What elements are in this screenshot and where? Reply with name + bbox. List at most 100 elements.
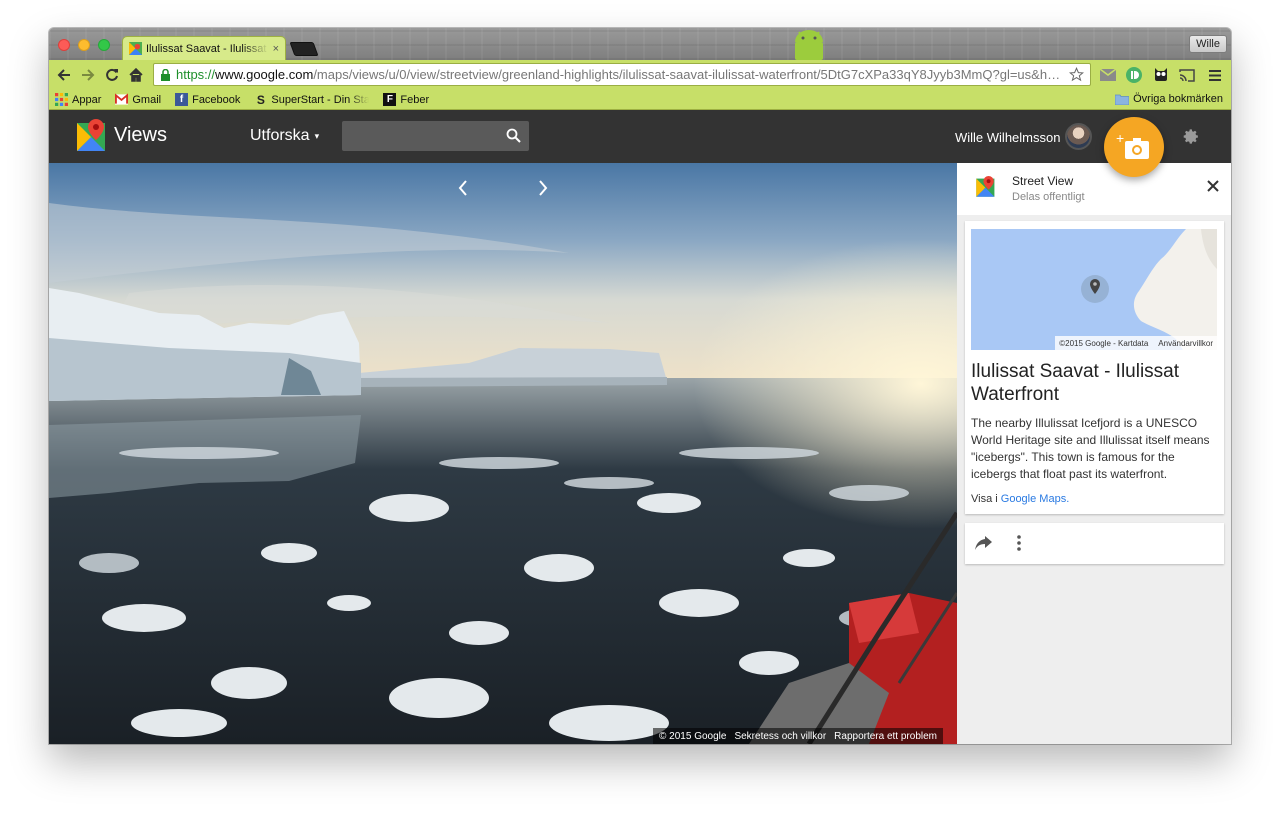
pushbullet-icon: [1126, 67, 1142, 83]
back-arrow-icon: [57, 69, 70, 81]
forward-button[interactable]: [76, 63, 100, 87]
browser-toolbar: https://www.google.com/maps/views/u/0/vi…: [49, 60, 1231, 90]
home-icon: [129, 68, 143, 82]
chevron-right-icon: [539, 180, 548, 196]
hamburger-menu-icon: [1209, 69, 1221, 81]
report-problem-link[interactable]: Rapportera ett problem: [834, 731, 937, 742]
map-copyright: ©2015 Google - Kartdata: [1059, 338, 1149, 348]
panel-title: Street View: [1012, 174, 1074, 188]
views-app-bar: Views Utforska ▾ Wille Wilhelmsson: [49, 110, 1231, 163]
feber-icon: F: [383, 93, 397, 106]
google-maps-logo-icon[interactable]: [77, 119, 107, 153]
mail-icon: [1100, 69, 1116, 81]
bookmark-label: SuperStart - Din Sta: [271, 93, 370, 106]
reload-icon: [106, 68, 118, 81]
search-box: [342, 121, 529, 151]
url-scheme: https://: [176, 67, 216, 82]
view-in-maps: Visa i Google Maps.: [971, 493, 1069, 505]
new-tab-button[interactable]: [289, 42, 319, 56]
bookmark-appar[interactable]: Appar: [55, 93, 101, 106]
chevron-left-icon: [458, 180, 467, 196]
add-photo-button[interactable]: +: [1104, 117, 1164, 177]
previous-photo-button[interactable]: [451, 176, 475, 200]
close-icon[interactable]: [1207, 180, 1219, 192]
bookmark-label: Feber: [400, 93, 430, 106]
bookmark-superstart[interactable]: S SuperStart - Din Sta: [254, 92, 370, 107]
place-card: ©2015 Google - Kartdata Användarvillkor …: [965, 221, 1224, 514]
google-maps-link[interactable]: Google Maps.: [1001, 493, 1069, 505]
app-title[interactable]: Views: [114, 124, 167, 147]
url-text: https://www.google.com/maps/views/u/0/vi…: [176, 67, 1064, 82]
panorama-footer: © 2015 Google Sekretess och villkor Rapp…: [653, 728, 943, 744]
street-view-panorama[interactable]: © 2015 Google Sekretess och villkor Rapp…: [49, 163, 957, 744]
avatar[interactable]: [1065, 123, 1092, 150]
action-bar: [965, 523, 1224, 564]
close-window-button[interactable]: [58, 39, 70, 51]
explore-label: Utforska: [250, 127, 310, 144]
chevron-down-icon: ▾: [314, 130, 320, 141]
bookmark-gmail[interactable]: Gmail: [115, 93, 161, 106]
profile-button[interactable]: Wille: [1189, 35, 1227, 53]
next-photo-button[interactable]: [531, 176, 555, 200]
browser-window: Ilulissat Saavat - Ilulissat W × Wille h…: [49, 28, 1231, 744]
tab-title: Ilulissat Saavat - Ilulissat W: [146, 42, 269, 55]
url-path: /maps/views/u/0/view/streetview/greenlan…: [313, 67, 1064, 82]
back-button[interactable]: [52, 63, 76, 87]
other-bookmarks-folder[interactable]: Övriga bokmärken: [1115, 93, 1223, 105]
secure-lock-icon: [161, 68, 170, 81]
bookmark-label: Gmail: [132, 93, 162, 106]
panel-header: Street View Delas offentligt: [957, 163, 1231, 215]
cast-extension-button[interactable]: [1176, 64, 1198, 86]
bookmarks-bar: Appar Gmail f Facebook S SuperStart - Di…: [49, 90, 1231, 110]
folder-icon: [1115, 94, 1130, 105]
android-theme-icon: [795, 30, 823, 60]
tab-street-view[interactable]: Ilulissat Saavat - Ilulissat W ×: [122, 36, 286, 60]
bookmark-feber[interactable]: F Feber: [383, 93, 429, 106]
panorama-image: [49, 163, 957, 744]
superstart-icon: S: [256, 92, 265, 107]
facebook-icon: f: [175, 93, 189, 106]
google-maps-favicon-icon: [129, 42, 142, 55]
view-in-prefix: Visa i: [971, 493, 1001, 505]
maximize-window-button[interactable]: [98, 39, 110, 51]
info-panel: Street View Delas offentligt ©2015 Googl…: [957, 163, 1231, 744]
home-button[interactable]: [124, 63, 148, 87]
copyright-text: © 2015 Google: [659, 730, 727, 742]
pushbullet-extension-button[interactable]: [1123, 64, 1145, 86]
explore-menu[interactable]: Utforska ▾: [250, 127, 319, 145]
url-host: www.google.com: [215, 67, 314, 82]
map-terms-link[interactable]: Användarvillkor: [1158, 339, 1213, 348]
mail-extension-button[interactable]: [1097, 64, 1119, 86]
tab-close-icon[interactable]: ×: [273, 43, 279, 55]
place-description: The nearby Illulissat Icefjord is a UNES…: [971, 416, 1210, 481]
search-input[interactable]: [342, 121, 529, 151]
gear-icon[interactable]: [1183, 128, 1200, 145]
search-icon[interactable]: [506, 128, 521, 143]
gmail-icon: [115, 93, 129, 105]
reload-button[interactable]: [100, 63, 124, 87]
place-title: Ilulissat Saavat - Ilulissat Waterfront: [971, 361, 1180, 405]
panel-subtitle: Delas offentligt: [1012, 191, 1085, 203]
other-bookmarks-label: Övriga bokmärken: [1133, 93, 1223, 105]
apps-grid-icon: [55, 93, 68, 106]
address-bar[interactable]: https://www.google.com/maps/views/u/0/vi…: [153, 63, 1091, 86]
fab-plus: +: [1116, 132, 1124, 146]
share-icon[interactable]: [975, 535, 993, 551]
minimap-image: [971, 229, 1217, 350]
location-minimap[interactable]: ©2015 Google - Kartdata Användarvillkor: [971, 229, 1217, 350]
bookmark-star-icon[interactable]: [1069, 67, 1084, 82]
owl-extension-button[interactable]: [1150, 64, 1172, 86]
chrome-menu-button[interactable]: [1204, 64, 1226, 86]
bookmark-label: Facebook: [192, 93, 241, 106]
bookmark-facebook[interactable]: f Facebook: [175, 93, 240, 106]
forward-arrow-icon: [82, 69, 95, 81]
user-name[interactable]: Wille Wilhelmsson: [955, 130, 1060, 145]
map-attribution: ©2015 Google - Kartdata Användarvillkor: [1055, 336, 1217, 350]
owl-icon: [1155, 68, 1167, 81]
privacy-terms-link[interactable]: Sekretess och villkor: [734, 731, 826, 742]
minimize-window-button[interactable]: [78, 39, 90, 51]
add-camera-icon: +: [1116, 132, 1149, 159]
more-vertical-icon[interactable]: [1017, 535, 1021, 551]
google-maps-logo-icon: [976, 176, 995, 197]
cast-icon: [1179, 68, 1195, 82]
